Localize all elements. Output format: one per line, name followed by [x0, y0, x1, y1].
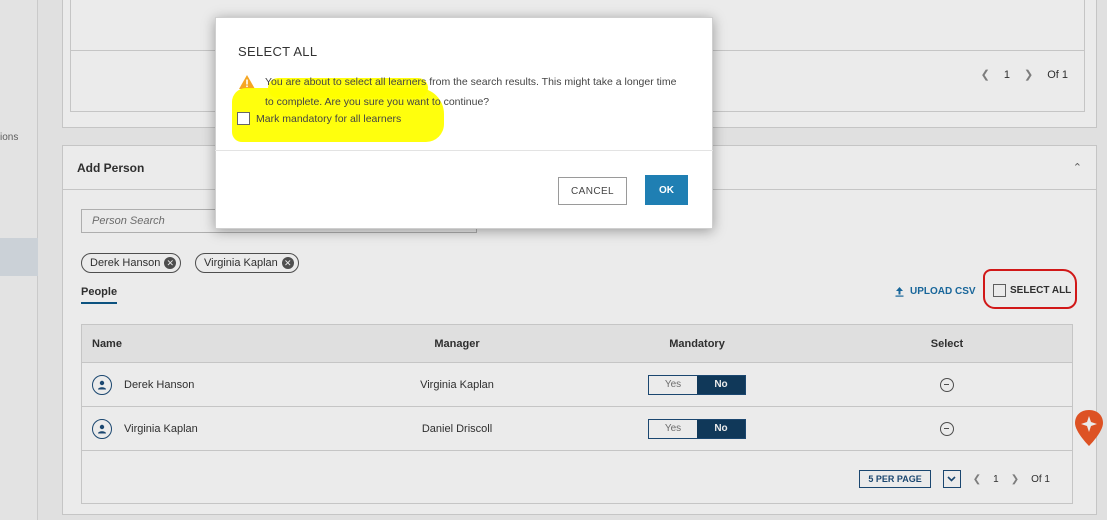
mandatory-all-checkbox[interactable]	[237, 112, 250, 125]
dialog-divider	[215, 150, 713, 151]
mandatory-all-label: Mark mandatory for all learners	[256, 112, 402, 125]
mandatory-all-option[interactable]: Mark mandatory for all learners	[237, 112, 401, 125]
dialog-content: You are about to select all learners fro…	[215, 17, 713, 229]
dialog-message: You are about to select all learners fro…	[265, 76, 677, 108]
ok-button[interactable]: OK	[645, 175, 688, 205]
cancel-button[interactable]: CANCEL	[558, 177, 627, 205]
